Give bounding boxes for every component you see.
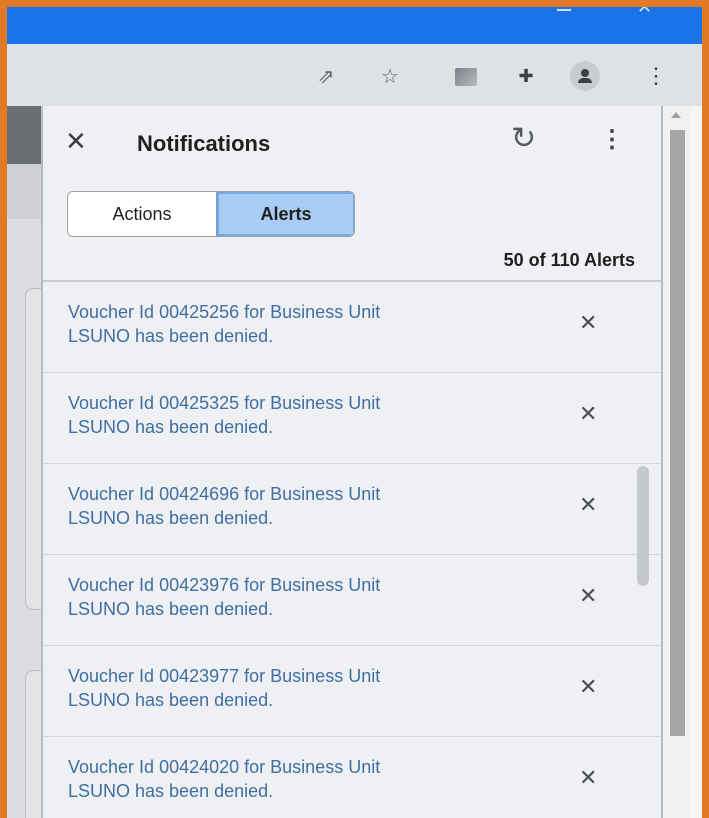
window-close-icon[interactable]: ✕ bbox=[637, 7, 652, 18]
dismiss-icon[interactable]: ✕ bbox=[579, 585, 597, 607]
list-item: Voucher Id 00425325 for Business Unit LS… bbox=[43, 373, 661, 464]
alert-list: Voucher Id 00425256 for Business Unit LS… bbox=[43, 282, 661, 818]
notification-type-toggle: Actions Alerts bbox=[67, 191, 355, 237]
alert-text-line: Voucher Id 00423977 for Business Unit bbox=[68, 666, 381, 686]
list-item: Voucher Id 00423976 for Business Unit LS… bbox=[43, 555, 661, 646]
extension-image-icon[interactable] bbox=[455, 68, 477, 86]
alert-text-line: LSUNO has been denied. bbox=[68, 599, 274, 619]
tab-actions[interactable]: Actions bbox=[68, 192, 216, 236]
tab-alerts[interactable]: Alerts bbox=[216, 192, 354, 236]
close-icon[interactable]: ✕ bbox=[65, 128, 87, 154]
alert-text-line: Voucher Id 00425256 for Business Unit bbox=[68, 302, 381, 322]
page-header-fragment bbox=[7, 106, 41, 164]
browser-toolbar: ⇗ ☆ ✚ ⋮ bbox=[7, 44, 702, 106]
alert-list-scrollbar-thumb[interactable] bbox=[637, 466, 649, 586]
list-item: Voucher Id 00424020 for Business Unit LS… bbox=[43, 737, 661, 818]
alert-text-line: Voucher Id 00423976 for Business Unit bbox=[68, 575, 381, 595]
refresh-icon[interactable]: ↻ bbox=[511, 124, 536, 154]
dismiss-icon[interactable]: ✕ bbox=[579, 676, 597, 698]
page-scrollbar[interactable] bbox=[663, 106, 691, 818]
alert-text-line: LSUNO has been denied. bbox=[68, 690, 274, 710]
profile-head-shape bbox=[581, 69, 589, 77]
more-options-icon[interactable]: ⋮ bbox=[600, 128, 624, 152]
alert-text-line: LSUNO has been denied. bbox=[68, 417, 274, 437]
scroll-up-arrow-icon[interactable] bbox=[671, 112, 681, 118]
alert-text-line: LSUNO has been denied. bbox=[68, 326, 274, 346]
alert-text-line: LSUNO has been denied. bbox=[68, 781, 274, 801]
window-edge bbox=[691, 106, 702, 818]
alert-link[interactable]: Voucher Id 00425256 for Business Unit LS… bbox=[68, 300, 538, 348]
list-item: Voucher Id 00424696 for Business Unit LS… bbox=[43, 464, 661, 555]
alert-text-line: Voucher Id 00424020 for Business Unit bbox=[68, 757, 381, 777]
alert-text-line: Voucher Id 00424696 for Business Unit bbox=[68, 484, 381, 504]
list-item: Voucher Id 00423977 for Business Unit LS… bbox=[43, 646, 661, 737]
alert-count: 50 of 110 Alerts bbox=[503, 250, 635, 270]
dismiss-icon[interactable]: ✕ bbox=[579, 494, 597, 516]
list-item: Voucher Id 00425256 for Business Unit LS… bbox=[43, 282, 661, 373]
star-icon[interactable]: ☆ bbox=[378, 64, 402, 88]
dismiss-icon[interactable]: ✕ bbox=[579, 312, 597, 334]
alert-link[interactable]: Voucher Id 00423976 for Business Unit LS… bbox=[68, 573, 538, 621]
browser-window: ✕ ⇗ ☆ ✚ ⋮ ✕ Notifications ↻ ⋮ Actions Al… bbox=[7, 7, 702, 818]
dismiss-icon[interactable]: ✕ bbox=[579, 403, 597, 425]
alert-link[interactable]: Voucher Id 00424696 for Business Unit LS… bbox=[68, 482, 538, 530]
page-content: ✕ Notifications ↻ ⋮ Actions Alerts 50 of… bbox=[7, 106, 702, 818]
alert-link[interactable]: Voucher Id 00423977 for Business Unit LS… bbox=[68, 664, 538, 712]
menu-kebab-icon[interactable]: ⋮ bbox=[644, 63, 668, 88]
profile-body-shape bbox=[578, 78, 592, 83]
puzzle-icon[interactable]: ✚ bbox=[514, 64, 538, 88]
alert-link[interactable]: Voucher Id 00425325 for Business Unit LS… bbox=[68, 391, 538, 439]
page-subheader-fragment bbox=[7, 164, 41, 219]
minimize-icon[interactable] bbox=[557, 9, 571, 11]
title-bar: ✕ bbox=[7, 7, 702, 44]
alert-text-line: LSUNO has been denied. bbox=[68, 508, 274, 528]
page-scrollbar-thumb[interactable] bbox=[670, 130, 685, 736]
alert-text-line: Voucher Id 00425325 for Business Unit bbox=[68, 393, 381, 413]
profile-icon[interactable] bbox=[570, 61, 600, 91]
share-icon[interactable]: ⇗ bbox=[314, 64, 338, 88]
panel-title: Notifications bbox=[137, 131, 271, 156]
alert-link[interactable]: Voucher Id 00424020 for Business Unit LS… bbox=[68, 755, 538, 803]
notifications-panel: ✕ Notifications ↻ ⋮ Actions Alerts 50 of… bbox=[41, 106, 663, 818]
dismiss-icon[interactable]: ✕ bbox=[579, 767, 597, 789]
